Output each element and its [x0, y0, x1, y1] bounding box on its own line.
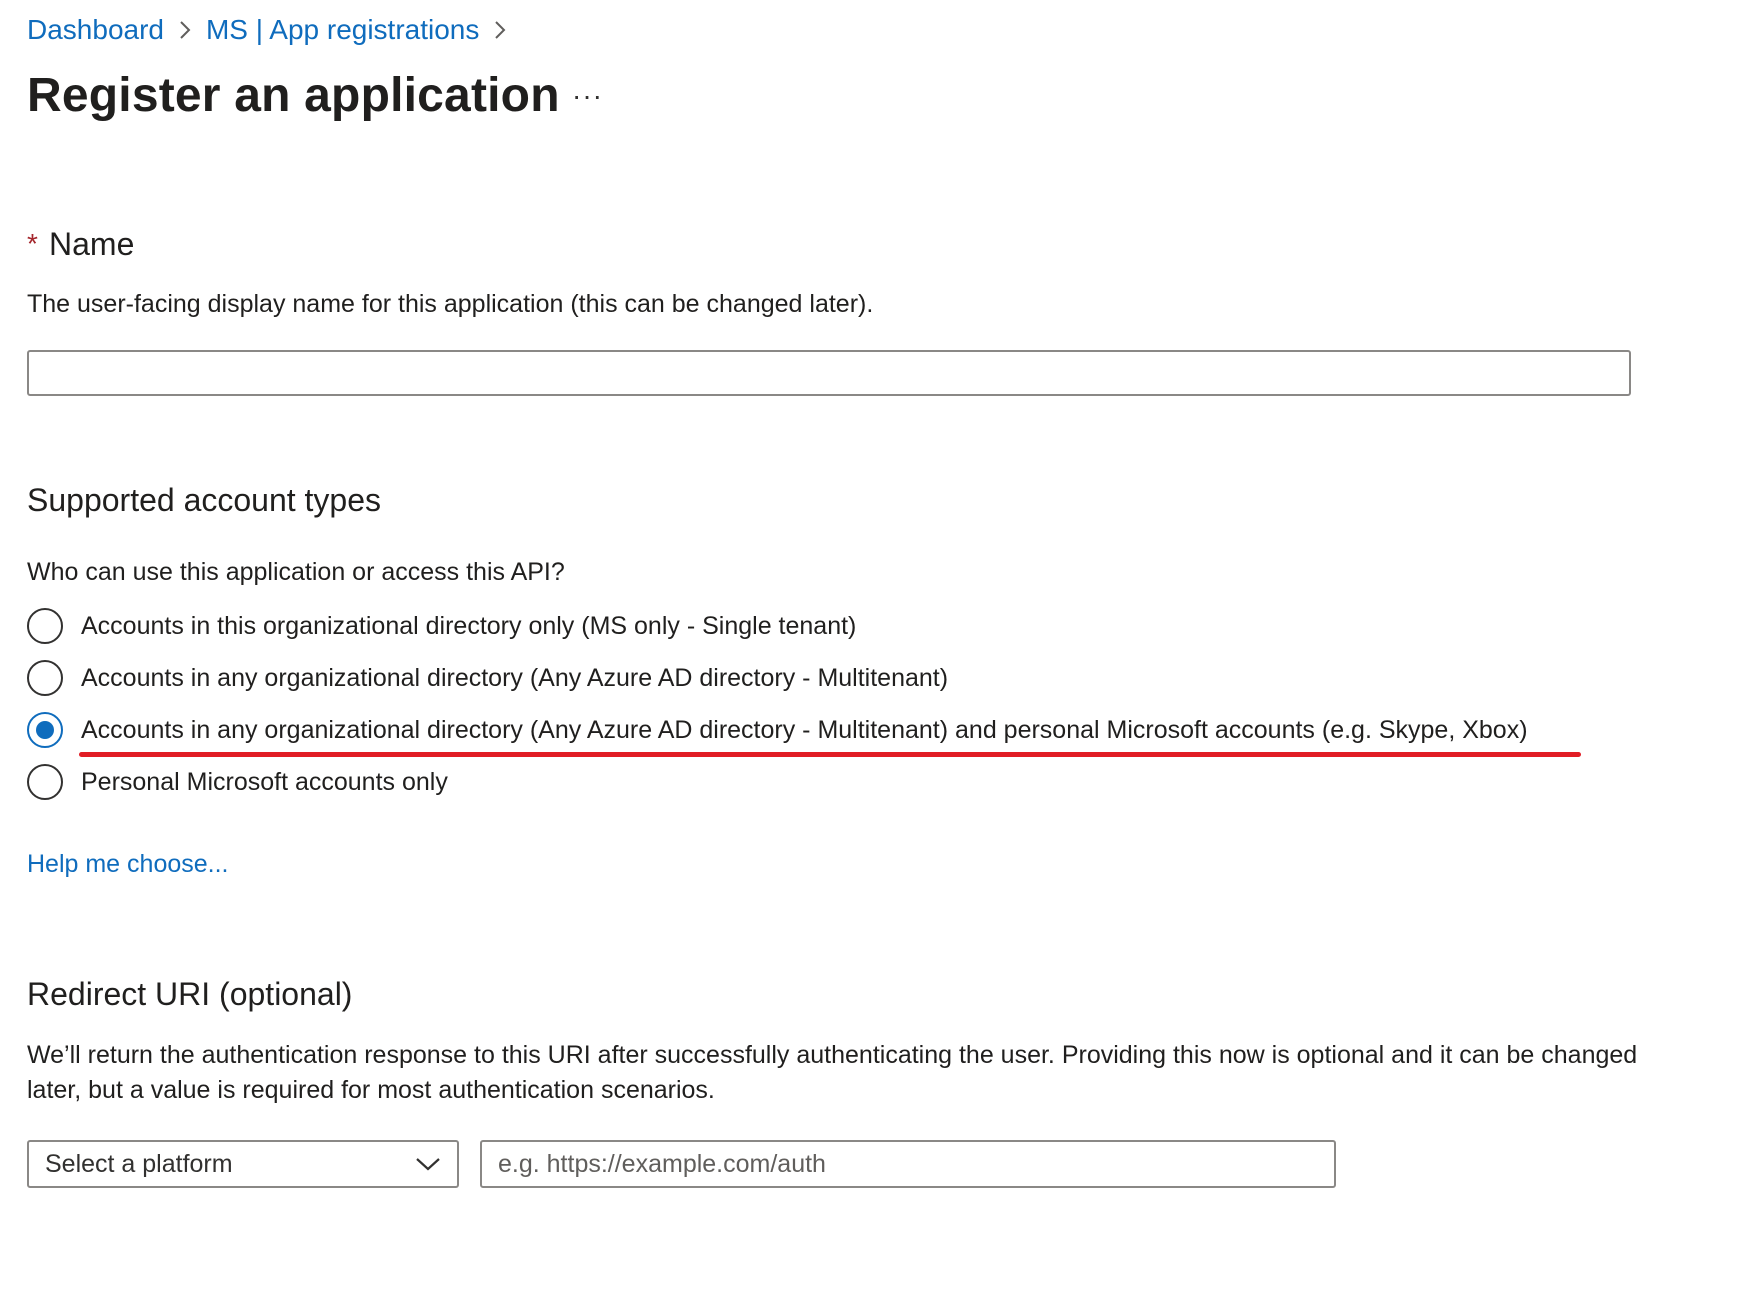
chevron-down-icon — [415, 1156, 441, 1172]
radio-button[interactable] — [27, 764, 63, 800]
redirect-uri-input[interactable] — [480, 1140, 1336, 1188]
account-types-question: Who can use this application or access t… — [27, 558, 565, 586]
required-indicator: * — [27, 228, 38, 259]
account-type-option-personal-only[interactable]: Personal Microsoft accounts only — [27, 764, 448, 800]
radio-label: Accounts in any organizational directory… — [81, 715, 1528, 744]
account-type-option-multitenant-personal[interactable]: Accounts in any organizational directory… — [27, 712, 1528, 748]
chevron-right-icon — [178, 19, 192, 41]
redirect-uri-description: We’ll return the authentication response… — [27, 1041, 1638, 1104]
more-options-button[interactable]: ··· — [572, 80, 603, 112]
radio-label: Personal Microsoft accounts only — [81, 767, 448, 796]
name-description: The user-facing display name for this ap… — [27, 290, 874, 318]
chevron-right-icon — [493, 19, 507, 41]
breadcrumb-app-registrations-link[interactable]: MS | App registrations — [206, 14, 479, 46]
radio-button[interactable] — [27, 660, 63, 696]
account-type-option-single-tenant[interactable]: Accounts in this organizational director… — [27, 608, 856, 644]
radio-label: Accounts in any organizational directory… — [81, 663, 949, 692]
radio-label: Accounts in this organizational director… — [81, 611, 857, 640]
platform-select-value: Select a platform — [45, 1149, 233, 1178]
account-type-option-multitenant[interactable]: Accounts in any organizational directory… — [27, 660, 948, 696]
radio-button-selected[interactable] — [27, 712, 63, 748]
redirect-uri-heading: Redirect URI (optional) — [27, 976, 353, 1012]
radio-button[interactable] — [27, 608, 63, 644]
breadcrumb: Dashboard MS | App registrations — [27, 14, 521, 46]
breadcrumb-dashboard-link[interactable]: Dashboard — [27, 14, 164, 46]
platform-select[interactable]: Select a platform — [27, 1140, 459, 1188]
name-label: Name — [49, 226, 135, 262]
help-me-choose-link[interactable]: Help me choose... — [27, 850, 229, 879]
annotation-underline — [79, 752, 1581, 757]
page-title: Register an application — [27, 69, 560, 122]
account-types-heading: Supported account types — [27, 482, 382, 518]
name-input[interactable] — [27, 350, 1631, 396]
radio-selected-dot — [36, 721, 54, 739]
